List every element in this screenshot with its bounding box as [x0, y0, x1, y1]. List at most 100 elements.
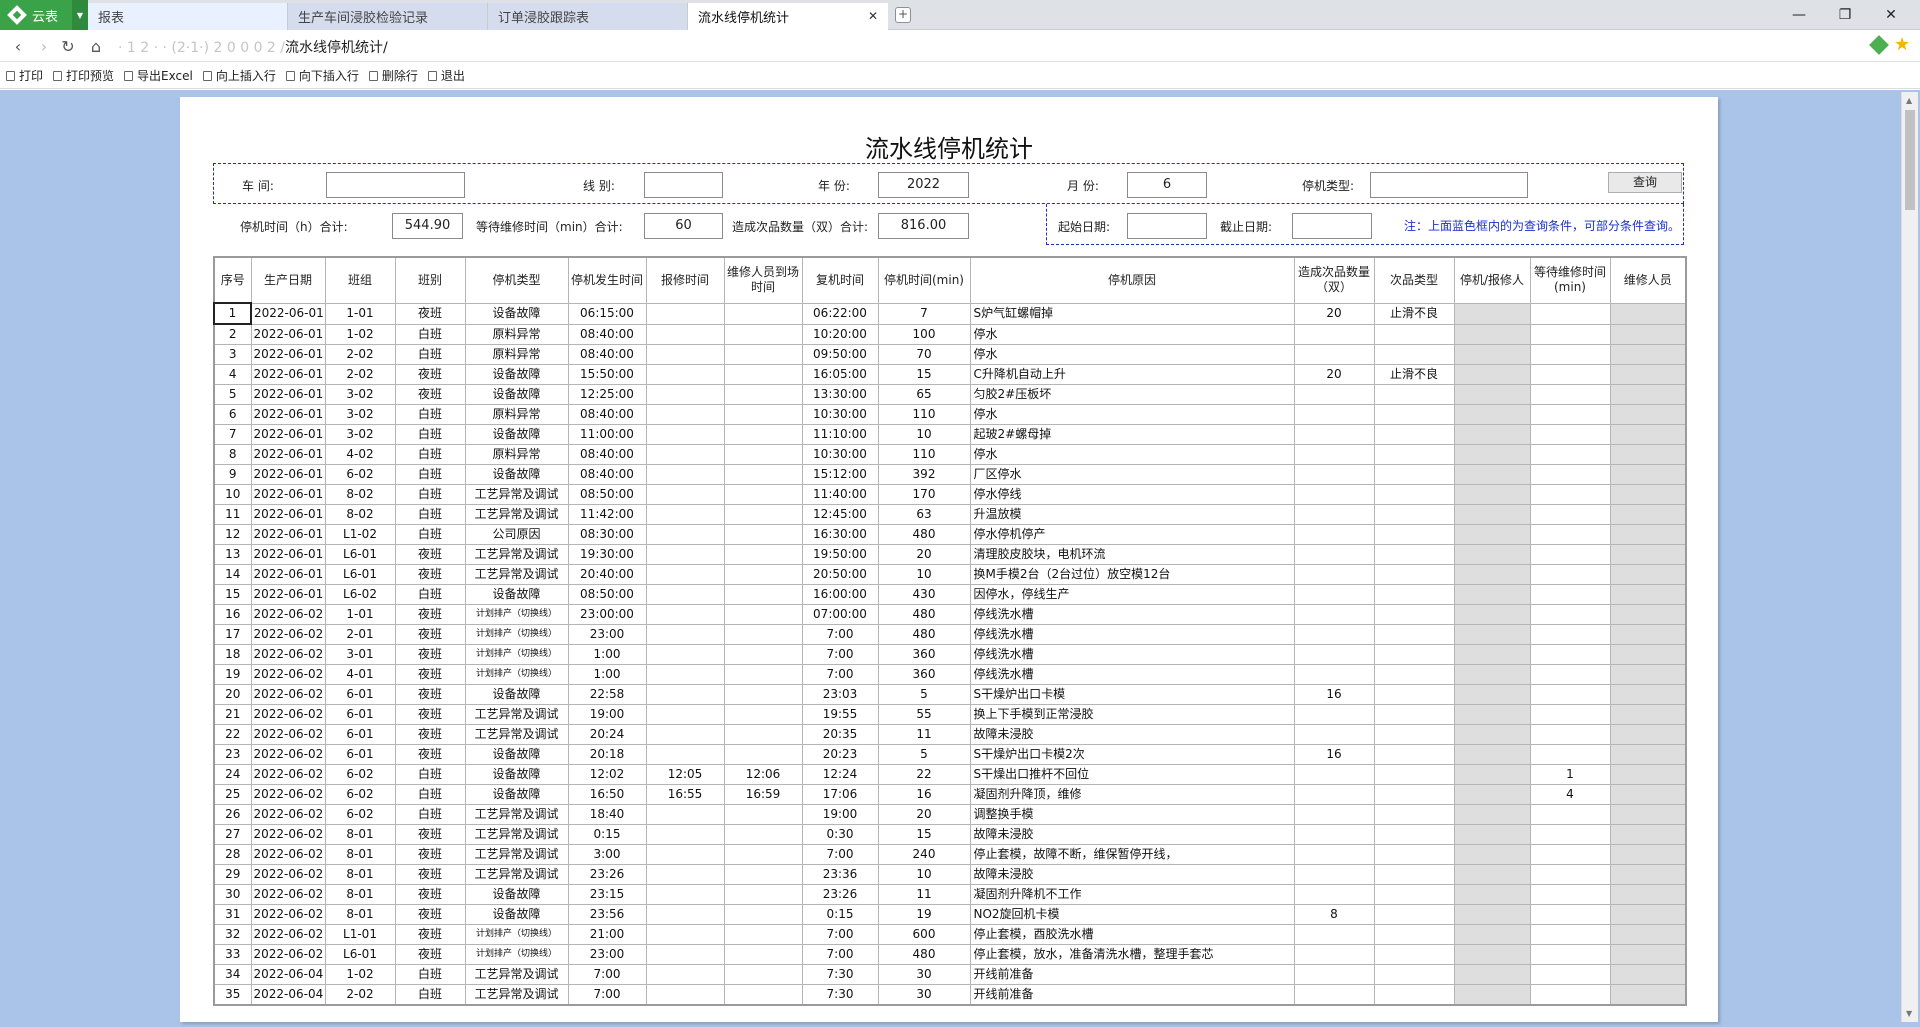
table-cell[interactable]: 14: [213, 564, 252, 585]
table-cell[interactable]: 3:00: [567, 844, 647, 865]
table-cell[interactable]: 白班: [394, 464, 466, 485]
table-cell[interactable]: [1609, 484, 1687, 505]
table-cell[interactable]: [1609, 404, 1687, 425]
table-cell[interactable]: 厂区停水: [969, 464, 1295, 485]
table-cell[interactable]: L1-01: [324, 924, 396, 945]
table-cell[interactable]: 2022-06-01: [250, 344, 326, 365]
table-cell[interactable]: 公司原因: [464, 524, 569, 545]
table-cell[interactable]: 31: [213, 904, 252, 925]
table-cell[interactable]: [723, 724, 803, 745]
table-cell[interactable]: 停线洗水槽: [969, 604, 1295, 625]
table-cell[interactable]: 23:00: [567, 944, 647, 965]
table-cell[interactable]: 停止套模，酉胶洗水槽: [969, 924, 1295, 945]
table-cell[interactable]: 停止套模，放水，准备清洗水槽，整理手套芯: [969, 944, 1295, 965]
table-cell[interactable]: 设备故障: [464, 764, 569, 785]
table-cell[interactable]: [1609, 664, 1687, 685]
table-cell[interactable]: 工艺异常及调试: [464, 844, 569, 865]
table-cell[interactable]: [1373, 744, 1455, 765]
table-cell[interactable]: [1293, 924, 1375, 945]
table-cell[interactable]: [1529, 684, 1611, 705]
table-cell[interactable]: [1453, 744, 1531, 765]
table-cell[interactable]: 06:22:00: [801, 302, 879, 325]
table-cell[interactable]: [1453, 624, 1531, 645]
table-cell[interactable]: 480: [877, 604, 971, 625]
table-cell[interactable]: [723, 704, 803, 725]
table-cell[interactable]: 设备故障: [464, 364, 569, 385]
table-cell[interactable]: [723, 924, 803, 945]
table-cell[interactable]: 2022-06-02: [250, 664, 326, 685]
table-cell[interactable]: 夜班: [394, 624, 466, 645]
table-cell[interactable]: [645, 684, 725, 705]
table-cell[interactable]: 工艺异常及调试: [464, 984, 569, 1006]
table-cell[interactable]: 1:00: [567, 664, 647, 685]
table-cell[interactable]: 22:58: [567, 684, 647, 705]
table-cell[interactable]: [1373, 884, 1455, 905]
table-cell[interactable]: 2022-06-01: [250, 544, 326, 565]
table-cell[interactable]: [1293, 944, 1375, 965]
table-cell[interactable]: [1609, 924, 1687, 945]
table-cell[interactable]: [1373, 684, 1455, 705]
table-cell[interactable]: 15: [877, 824, 971, 845]
table-cell[interactable]: [645, 804, 725, 825]
table-cell[interactable]: [1529, 964, 1611, 985]
table-cell[interactable]: 2022-06-02: [250, 804, 326, 825]
table-cell[interactable]: 3: [213, 344, 252, 365]
table-cell[interactable]: 7:00: [801, 844, 879, 865]
insert-row-above-button[interactable]: 向上插入行: [202, 67, 276, 84]
table-cell[interactable]: 夜班: [394, 544, 466, 565]
table-cell[interactable]: 工艺异常及调试: [464, 504, 569, 525]
table-cell[interactable]: [1373, 424, 1455, 445]
table-row[interactable]: 25 2022-06-02 6-02 白班 设备故障 16:50 16:55 16:59 17:…: [213, 784, 1687, 805]
table-cell[interactable]: 15:12:00: [801, 464, 879, 485]
table-cell[interactable]: [1373, 524, 1455, 545]
table-cell[interactable]: [723, 564, 803, 585]
table-row[interactable]: 23 2022-06-02 6-01 夜班 设备故障 20:18 20:23 5 S干燥炉出口卡…: [213, 744, 1687, 765]
table-cell[interactable]: 9: [213, 464, 252, 485]
table-cell[interactable]: 工艺异常及调试: [464, 704, 569, 725]
table-row[interactable]: 14 2022-06-01 L6-01 夜班 工艺异常及调试 20:40:00 20:50:…: [213, 564, 1687, 585]
table-cell[interactable]: [1609, 624, 1687, 645]
table-cell[interactable]: 匀胶2#压板坏: [969, 384, 1295, 405]
table-cell[interactable]: 调整换手模: [969, 804, 1295, 825]
table-cell[interactable]: 因停水，停线生产: [969, 584, 1295, 605]
table-cell[interactable]: [1609, 524, 1687, 545]
table-cell[interactable]: 工艺异常及调试: [464, 804, 569, 825]
table-cell[interactable]: [1609, 302, 1687, 325]
table-cell[interactable]: [645, 404, 725, 425]
table-cell[interactable]: 开线前准备: [969, 964, 1295, 985]
table-cell[interactable]: [1453, 404, 1531, 425]
table-cell[interactable]: [1453, 464, 1531, 485]
table-cell[interactable]: 2022-06-02: [250, 684, 326, 705]
table-cell[interactable]: [1453, 924, 1531, 945]
table-cell[interactable]: 3-02: [324, 424, 396, 445]
table-cell[interactable]: S干燥炉出口卡模: [969, 684, 1295, 705]
table-cell[interactable]: [1529, 644, 1611, 665]
table-cell[interactable]: [1609, 323, 1687, 345]
table-row[interactable]: 30 2022-06-02 8-01 夜班 设备故障 23:15 23:26 11 凝固剂升降机…: [213, 884, 1687, 905]
table-cell[interactable]: L6-02: [324, 584, 396, 605]
table-cell[interactable]: 白班: [394, 984, 466, 1006]
table-cell[interactable]: [1373, 344, 1455, 365]
table-cell[interactable]: [645, 924, 725, 945]
table-cell[interactable]: [1293, 804, 1375, 825]
table-cell[interactable]: 2022-06-01: [250, 302, 326, 325]
table-cell[interactable]: 34: [213, 964, 252, 985]
table-cell[interactable]: 工艺异常及调试: [464, 564, 569, 585]
table-cell[interactable]: 360: [877, 664, 971, 685]
table-cell[interactable]: [723, 604, 803, 625]
tab-dip-inspection[interactable]: 生产车间浸胶检验记录: [288, 3, 488, 30]
table-cell[interactable]: [1529, 344, 1611, 365]
table-cell[interactable]: [1293, 704, 1375, 725]
table-cell[interactable]: [645, 564, 725, 585]
table-cell[interactable]: 1:00: [567, 644, 647, 665]
table-cell[interactable]: [1609, 904, 1687, 925]
table-cell[interactable]: [1529, 864, 1611, 885]
close-tab-icon[interactable]: ✕: [868, 9, 878, 23]
table-cell[interactable]: [1453, 824, 1531, 845]
table-cell[interactable]: 480: [877, 624, 971, 645]
table-cell[interactable]: 白班: [394, 804, 466, 825]
table-cell[interactable]: [723, 804, 803, 825]
table-cell[interactable]: [1293, 884, 1375, 905]
table-cell[interactable]: 12:25:00: [567, 384, 647, 405]
table-row[interactable]: 19 2022-06-02 4-01 夜班 计划排产（切换线） 1:00 7:00 360 停线…: [213, 664, 1687, 685]
